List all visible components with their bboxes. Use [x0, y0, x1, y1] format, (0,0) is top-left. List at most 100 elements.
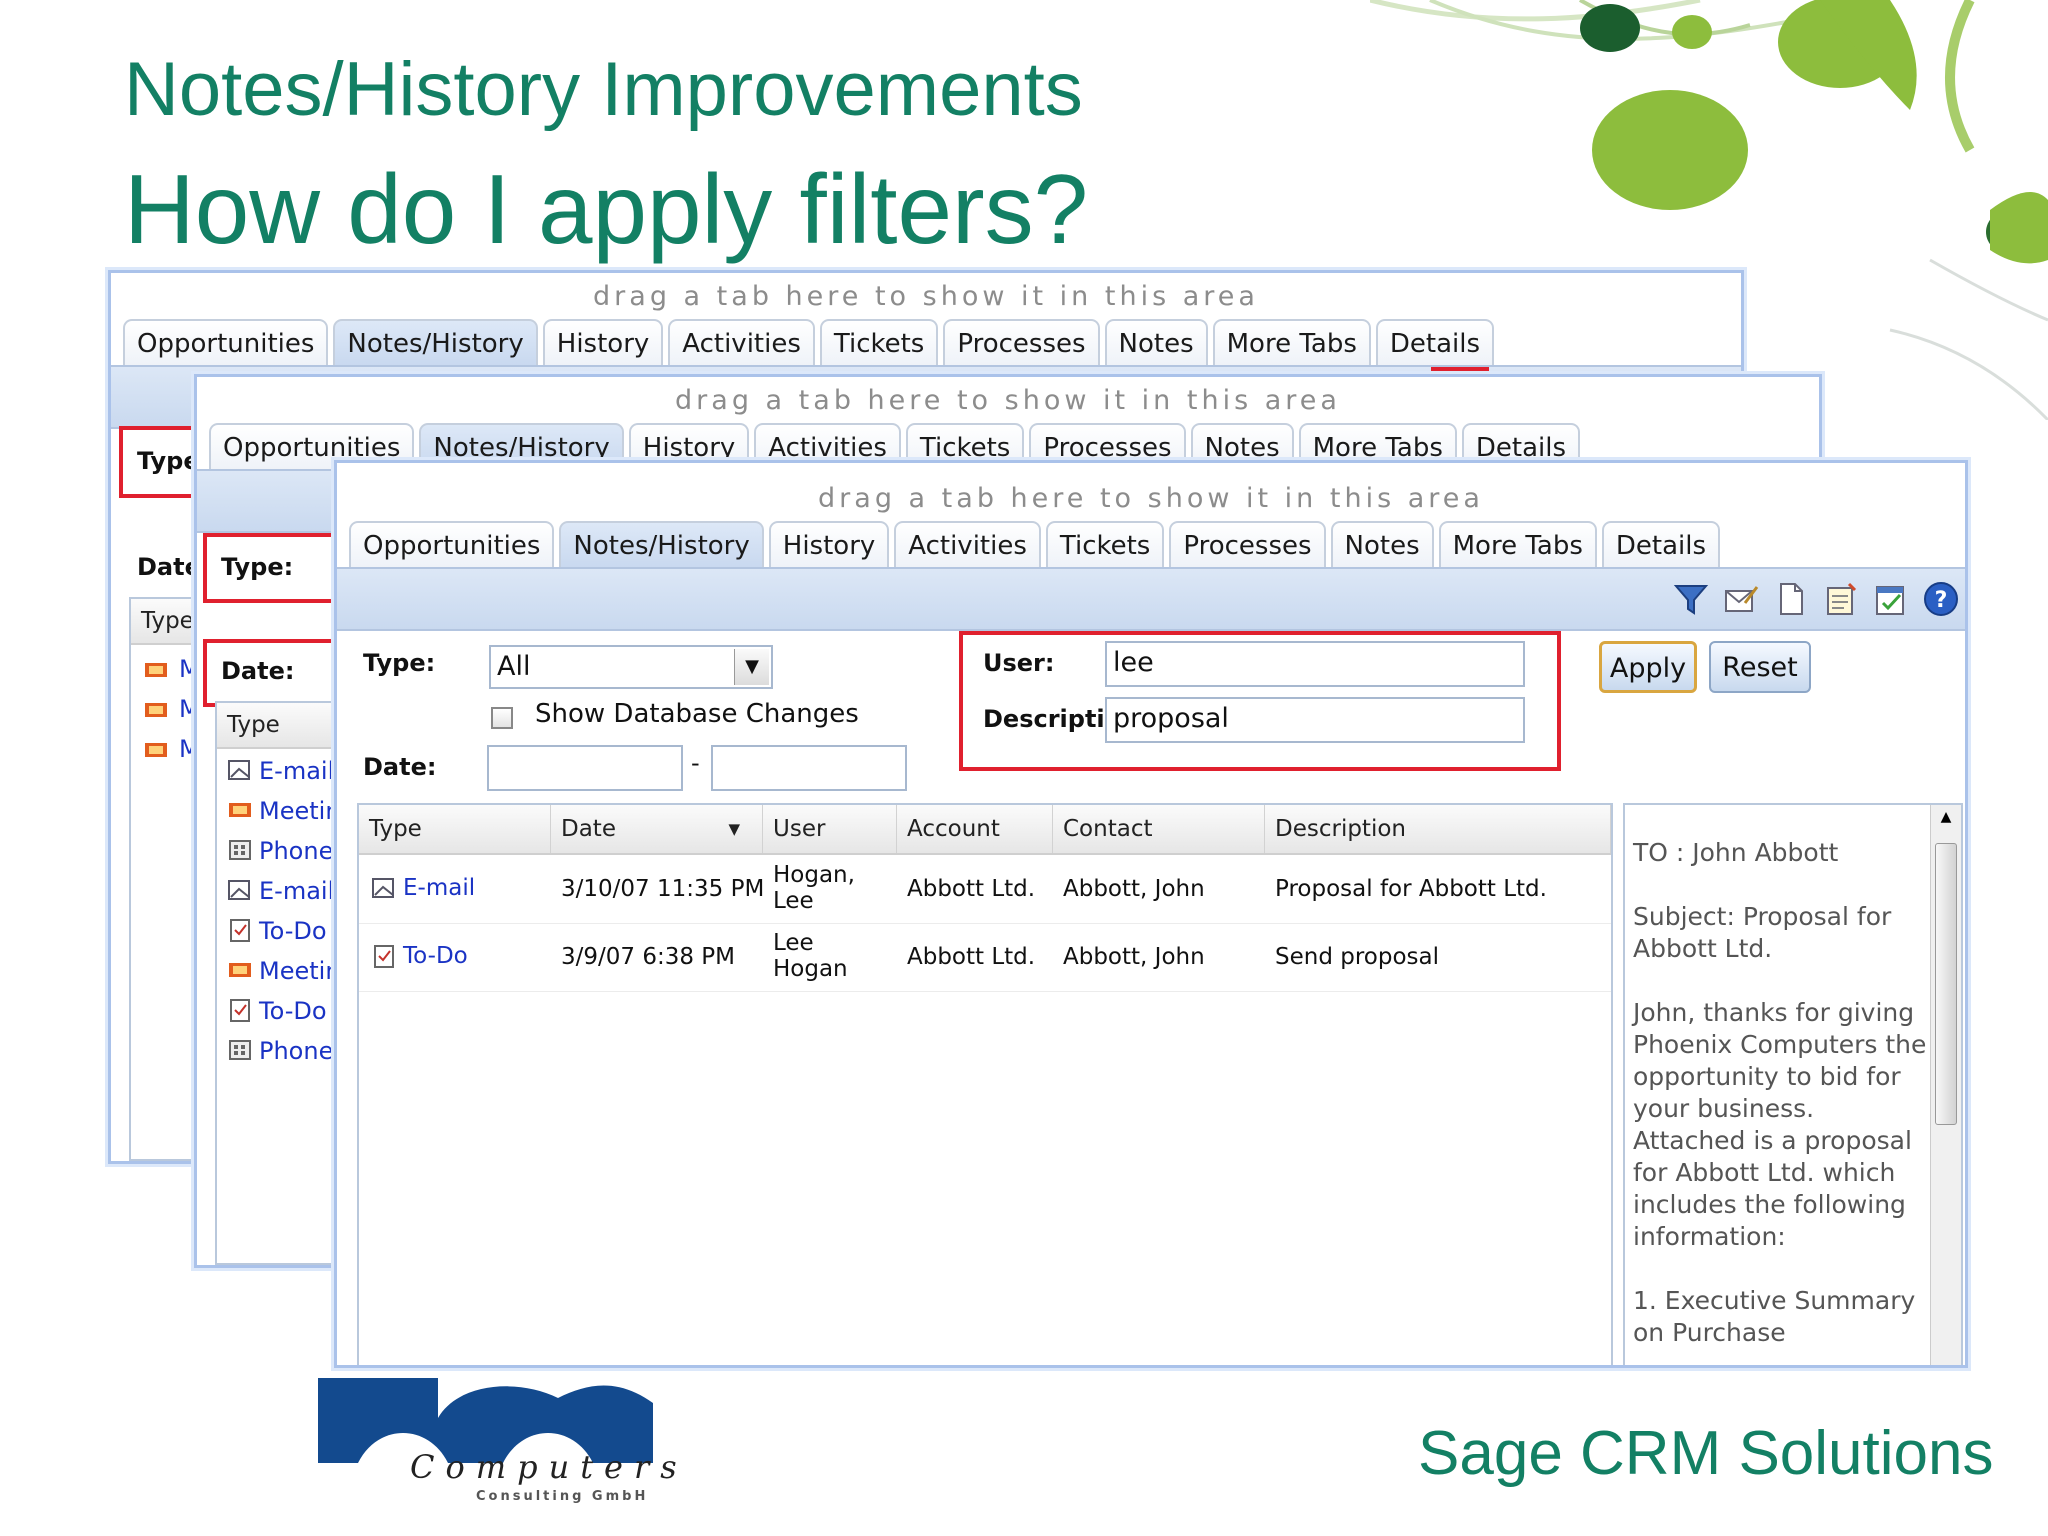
preview-body-line: Attached is a proposal [1633, 1126, 1912, 1155]
slide-question: How do I apply filters? [124, 154, 1089, 264]
tab-details[interactable]: Details [1375, 319, 1495, 367]
drag-hint: drag a tab here to show it in this area [818, 483, 1484, 514]
col-account-header[interactable]: Account [897, 805, 1053, 853]
description-input[interactable]: proposal [1105, 697, 1525, 743]
scroll-up-icon[interactable]: ▲ [1931, 809, 1961, 825]
row-account: Abbott Ltd. [907, 944, 1036, 970]
tab-processes[interactable]: Processes [943, 319, 1100, 367]
tab-strip: Opportunities Notes/History History Acti… [349, 521, 1725, 569]
list-item[interactable]: E-mail [259, 877, 334, 905]
tab-tickets[interactable]: Tickets [1045, 521, 1165, 569]
logo-subtitle: Consulting GmbH [476, 1489, 648, 1504]
type-select[interactable]: All ▼ [489, 645, 773, 689]
preview-list-line: 1. Executive Summary [1633, 1286, 1916, 1315]
list-item[interactable]: To-Do [259, 917, 327, 945]
help-icon[interactable]: ? [1923, 581, 1959, 617]
apply-button[interactable]: Apply [1599, 641, 1697, 693]
filter-icon[interactable] [1673, 581, 1709, 617]
todo-icon [230, 999, 250, 1022]
slide-heading: Notes/History Improvements [124, 47, 1083, 132]
svg-text:?: ? [1935, 588, 1948, 613]
row-user-line2: Hogan [773, 956, 848, 982]
brand-text: Sage CRM Solutions [1418, 1419, 1994, 1488]
tab-processes[interactable]: Processes [1169, 521, 1326, 569]
list-item[interactable]: Meetin [259, 797, 341, 825]
new-note-icon[interactable] [1823, 581, 1859, 617]
tab-notes[interactable]: Notes [1330, 521, 1434, 569]
new-document-icon[interactable] [1773, 581, 1809, 617]
tab-notes-history[interactable]: Notes/History [559, 521, 764, 569]
row-description: Send proposal [1275, 944, 1439, 970]
col-date-header[interactable]: Date ▼ [551, 805, 763, 853]
phone-icon [229, 840, 251, 860]
col-user-header[interactable]: User [763, 805, 897, 853]
reset-button[interactable]: Reset [1709, 641, 1811, 693]
tab-tickets[interactable]: Tickets [819, 319, 939, 367]
tab-more-tabs[interactable]: More Tabs [1212, 319, 1371, 367]
toolbar: ? [337, 567, 1965, 631]
list-item[interactable]: Phone [259, 837, 333, 865]
tab-strip: Opportunities Notes/History History Acti… [123, 319, 1499, 367]
preview-body-line: Phoenix Computers the [1633, 1030, 1927, 1059]
row-date: 3/9/07 6:38 PM [561, 944, 736, 970]
tab-history[interactable]: History [768, 521, 890, 569]
tab-activities[interactable]: Activities [668, 319, 815, 367]
preview-list-line: on Purchase [1633, 1318, 1786, 1347]
todo-icon [230, 919, 250, 942]
list-item[interactable]: Meetin [259, 957, 341, 985]
table-row[interactable]: To-Do 3/9/07 6:38 PM Lee Hogan Abbott Lt… [359, 923, 1611, 992]
date-from-input[interactable] [487, 745, 683, 791]
show-db-changes-label: Show Database Changes [535, 699, 859, 729]
row-user-line1: Hogan, [773, 862, 855, 888]
scrollbar-thumb[interactable] [1935, 843, 1957, 1125]
date-separator: - [691, 749, 700, 777]
row-contact: Abbott, John [1063, 876, 1205, 902]
tab-activities[interactable]: Activities [894, 521, 1041, 569]
results-grid: Type Date ▼ User Account Contact Descrip… [357, 803, 1613, 1365]
col-type-header[interactable]: Type [359, 805, 551, 853]
tab-more-tabs[interactable]: More Tabs [1438, 521, 1597, 569]
tab-opportunities[interactable]: Opportunities [349, 521, 555, 569]
row-type-link[interactable]: E-mail [403, 875, 475, 901]
row-type-link[interactable]: To-Do [403, 943, 468, 969]
list-item[interactable]: To-Do [259, 997, 327, 1025]
tab-opportunities[interactable]: Opportunities [123, 319, 329, 367]
preview-body-line: for Abbott Ltd. which [1633, 1158, 1896, 1187]
list-item[interactable]: E-mail [259, 757, 334, 785]
tab-history[interactable]: History [542, 319, 664, 367]
chevron-down-icon[interactable]: ▼ [734, 649, 769, 685]
drag-hint: drag a tab here to show it in this area [593, 281, 1259, 312]
drag-hint: drag a tab here to show it in this area [675, 385, 1341, 416]
tab-notes-history[interactable]: Notes/History [333, 319, 538, 367]
show-db-changes-checkbox[interactable] [491, 707, 513, 729]
list-item[interactable]: Phone [259, 1037, 333, 1065]
table-row[interactable]: E-mail 3/10/07 11:35 PM Hogan, Lee Abbot… [359, 855, 1611, 924]
sort-desc-icon[interactable]: ▼ [728, 805, 740, 853]
todo-icon [374, 945, 394, 968]
preview-scrollbar[interactable]: ▲ [1930, 805, 1961, 1365]
col-date-label: Date [561, 816, 616, 842]
meeting-icon [229, 803, 251, 817]
tab-notes[interactable]: Notes [1104, 319, 1208, 367]
preview-subject-line1: Subject: Proposal for [1633, 902, 1892, 931]
new-task-icon[interactable] [1873, 581, 1909, 617]
col-description-header[interactable]: Description [1265, 805, 1611, 853]
meeting-icon [145, 703, 167, 717]
email-edit-icon[interactable] [1723, 581, 1759, 617]
tab-details[interactable]: Details [1601, 521, 1721, 569]
email-icon [372, 878, 394, 898]
meeting-icon [229, 963, 251, 977]
type-select-value: All [497, 651, 531, 682]
email-icon [228, 760, 250, 780]
date-to-input[interactable] [711, 745, 907, 791]
front-window: drag a tab here to show it in this area … [334, 460, 1968, 1368]
preview-pane: TO : John Abbott Subject: Proposal for A… [1623, 803, 1963, 1365]
user-input[interactable]: lee [1105, 641, 1525, 687]
phone-icon [229, 1040, 251, 1060]
company-logo: Computers Consulting GmbH [318, 1378, 677, 1504]
preview-body-line: John, thanks for giving [1633, 998, 1915, 1027]
col-contact-header[interactable]: Contact [1053, 805, 1265, 853]
email-icon [228, 880, 250, 900]
row-user-line1: Lee [773, 930, 814, 956]
preview-body-line: your business. [1633, 1094, 1815, 1123]
